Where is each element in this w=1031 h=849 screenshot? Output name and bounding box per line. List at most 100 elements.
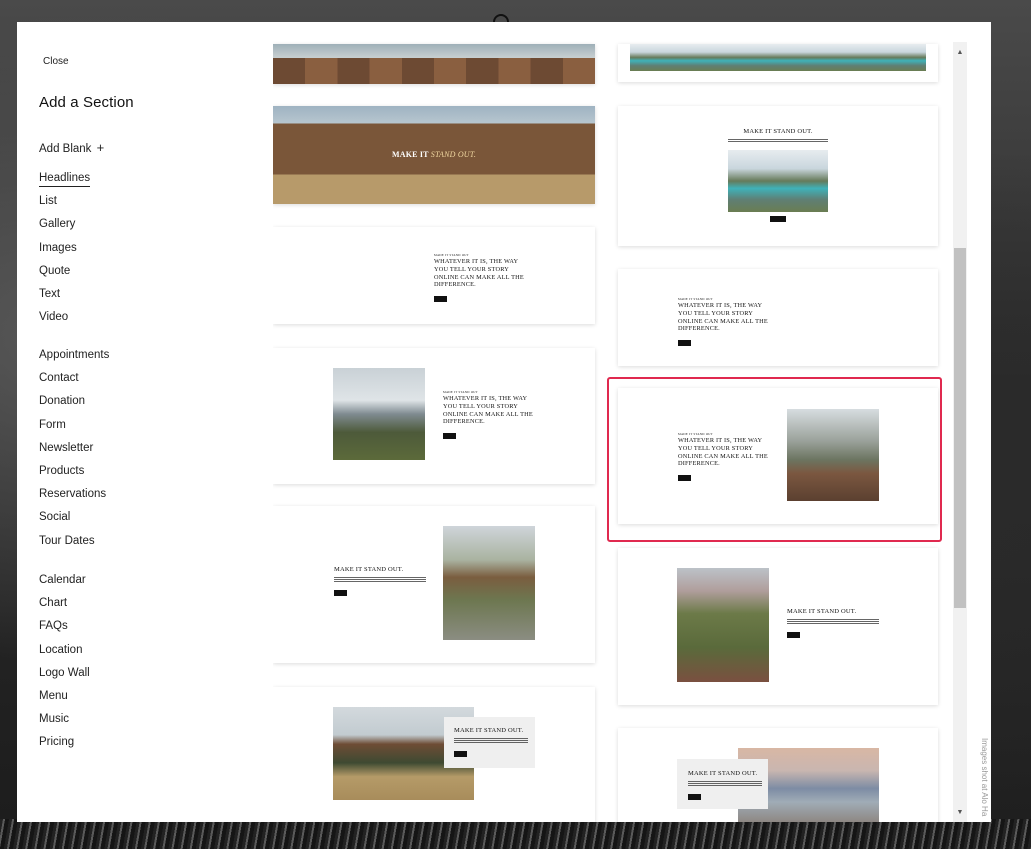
category-products[interactable]: Products — [39, 465, 109, 488]
category-social[interactable]: Social — [39, 511, 109, 534]
category-label: Calendar — [39, 574, 86, 586]
template-headline: WHATEVER IT IS, THE WAY YOU TELL YOUR ST… — [434, 258, 524, 289]
template-headline: WHATEVER IT IS, THE WAY YOU TELL YOUR ST… — [678, 437, 768, 468]
template-body-lines — [334, 577, 426, 583]
template-image — [630, 44, 926, 71]
category-list[interactable]: List — [39, 195, 90, 218]
section-template-card[interactable]: MADE IT STAND OUT WHATEVER IT IS, THE WA… — [618, 269, 938, 366]
section-template-card[interactable]: MAKE IT STAND OUT. — [273, 506, 595, 663]
category-newsletter[interactable]: Newsletter — [39, 442, 109, 465]
template-title: MAKE IT STAND OUT. — [454, 727, 524, 734]
category-label: FAQs — [39, 620, 68, 633]
template-button — [334, 590, 347, 596]
template-body-lines — [728, 139, 828, 142]
section-template-card[interactable]: MADE IT STAND OUT WHATEVER IT IS, THE WA… — [273, 227, 595, 324]
section-templates-list: MAKE IT STAND OUT. MADE IT STAND OUT WHA… — [273, 22, 953, 822]
category-form[interactable]: Form — [39, 419, 109, 442]
category-group-commerce: Appointments Contact Donation Form Newsl… — [39, 349, 109, 558]
category-label: Images — [39, 241, 77, 254]
category-label: Menu — [39, 689, 68, 702]
section-template-card[interactable]: MAKE IT STAND OUT. — [273, 687, 595, 822]
template-text-block: MAKE IT STAND OUT. — [454, 727, 528, 762]
template-headline: WHATEVER IT IS, THE WAY YOU TELL YOUR ST… — [678, 302, 768, 333]
category-label: Location — [39, 643, 83, 656]
category-gallery[interactable]: Gallery — [39, 218, 90, 241]
template-button — [678, 340, 691, 347]
template-body-lines — [688, 781, 762, 787]
category-label: Headlines — [39, 172, 91, 187]
category-contact[interactable]: Contact — [39, 372, 109, 395]
category-calendar[interactable]: Calendar — [39, 574, 90, 597]
template-image — [677, 568, 769, 682]
template-text-block: MADE IT STAND OUT WHATEVER IT IS, THE WA… — [678, 432, 776, 486]
add-section-modal: Close Add a Section Add Blank + Headline… — [17, 22, 991, 822]
template-button — [688, 794, 701, 800]
hero-text-bold: MAKE IT — [391, 150, 429, 159]
section-template-card[interactable] — [618, 44, 938, 82]
template-button — [443, 433, 456, 440]
section-template-card[interactable]: MADE IT STAND OUT WHATEVER IT IS, THE WA… — [273, 348, 595, 484]
category-tour-dates[interactable]: Tour Dates — [39, 535, 109, 558]
category-label: Logo Wall — [39, 666, 90, 679]
category-label: Contact — [39, 372, 79, 385]
category-label: Social — [39, 511, 71, 524]
category-video[interactable]: Video — [39, 311, 90, 334]
category-chart[interactable]: Chart — [39, 597, 90, 620]
category-label: Products — [39, 464, 85, 477]
category-label: Newsletter — [39, 441, 94, 454]
backdrop-texture — [0, 819, 1031, 849]
category-label: Form — [39, 418, 66, 431]
category-logo-wall[interactable]: Logo Wall — [39, 667, 90, 690]
category-donation[interactable]: Donation — [39, 395, 109, 418]
category-faqs[interactable]: FAQs — [39, 620, 90, 643]
template-text-block: MADE IT STAND OUT WHATEVER IT IS, THE WA… — [443, 390, 541, 444]
section-template-card[interactable] — [273, 44, 595, 84]
hero-text-italic: STAND OUT. — [430, 150, 477, 159]
template-body-lines — [787, 619, 879, 625]
category-label: Music — [39, 713, 70, 726]
section-template-card[interactable]: MAKE IT STAND OUT. — [618, 728, 938, 822]
category-images[interactable]: Images — [39, 242, 90, 265]
template-button — [770, 216, 786, 222]
category-headlines[interactable]: Headlines — [39, 172, 91, 195]
category-reservations[interactable]: Reservations — [39, 488, 109, 511]
category-music[interactable]: Music — [39, 713, 90, 736]
template-title: MAKE IT STAND OUT. — [688, 770, 758, 777]
scroll-up-icon[interactable]: ▲ — [953, 46, 967, 60]
category-appointments[interactable]: Appointments — [39, 349, 109, 372]
template-button — [454, 751, 467, 757]
section-template-card[interactable]: MAKE IT STAND OUT. — [273, 106, 595, 204]
section-sidebar: Close Add a Section Add Blank + Headline… — [17, 22, 267, 822]
template-hero-text: MAKE IT STAND OUT. — [273, 150, 595, 159]
template-text-block: MAKE IT STAND OUT. — [728, 128, 828, 142]
section-template-card[interactable]: MAKE IT STAND OUT. — [618, 106, 938, 246]
section-template-card-selected[interactable]: MADE IT STAND OUT WHATEVER IT IS, THE WA… — [618, 388, 938, 524]
scrollbar-thumb[interactable] — [954, 248, 966, 608]
template-button — [787, 632, 800, 638]
category-group-content: Headlines List Gallery Images Quote Text… — [39, 172, 91, 334]
vertical-scrollbar[interactable]: ▲ ▼ — [953, 42, 967, 822]
category-quote[interactable]: Quote — [39, 265, 90, 288]
template-text-block: MADE IT STAND OUT WHATEVER IT IS, THE WA… — [434, 253, 532, 307]
add-blank-button[interactable]: Add Blank + — [39, 140, 104, 155]
category-label: Reservations — [39, 488, 107, 501]
category-label: List — [39, 195, 57, 208]
section-template-card[interactable]: MAKE IT STAND OUT. — [618, 548, 938, 705]
close-button[interactable]: Close — [43, 56, 69, 67]
category-group-more: Calendar Chart FAQs Location Logo Wall M… — [39, 574, 90, 760]
template-title: MAKE IT STAND OUT. — [743, 128, 813, 135]
add-blank-label: Add Blank — [39, 143, 92, 155]
template-text-block: MAKE IT STAND OUT. — [334, 566, 426, 601]
category-pricing[interactable]: Pricing — [39, 736, 90, 759]
image-credit: Images shot at Alo Ha — [980, 738, 989, 817]
category-label: Gallery — [39, 218, 76, 231]
scroll-down-icon[interactable]: ▼ — [953, 806, 967, 820]
category-text[interactable]: Text — [39, 288, 90, 311]
category-label: Pricing — [39, 736, 75, 749]
template-image — [273, 44, 595, 84]
category-menu[interactable]: Menu — [39, 690, 90, 713]
template-image — [443, 526, 535, 640]
template-button — [434, 296, 447, 303]
template-text-block: MAKE IT STAND OUT. — [787, 608, 879, 643]
category-location[interactable]: Location — [39, 644, 90, 667]
